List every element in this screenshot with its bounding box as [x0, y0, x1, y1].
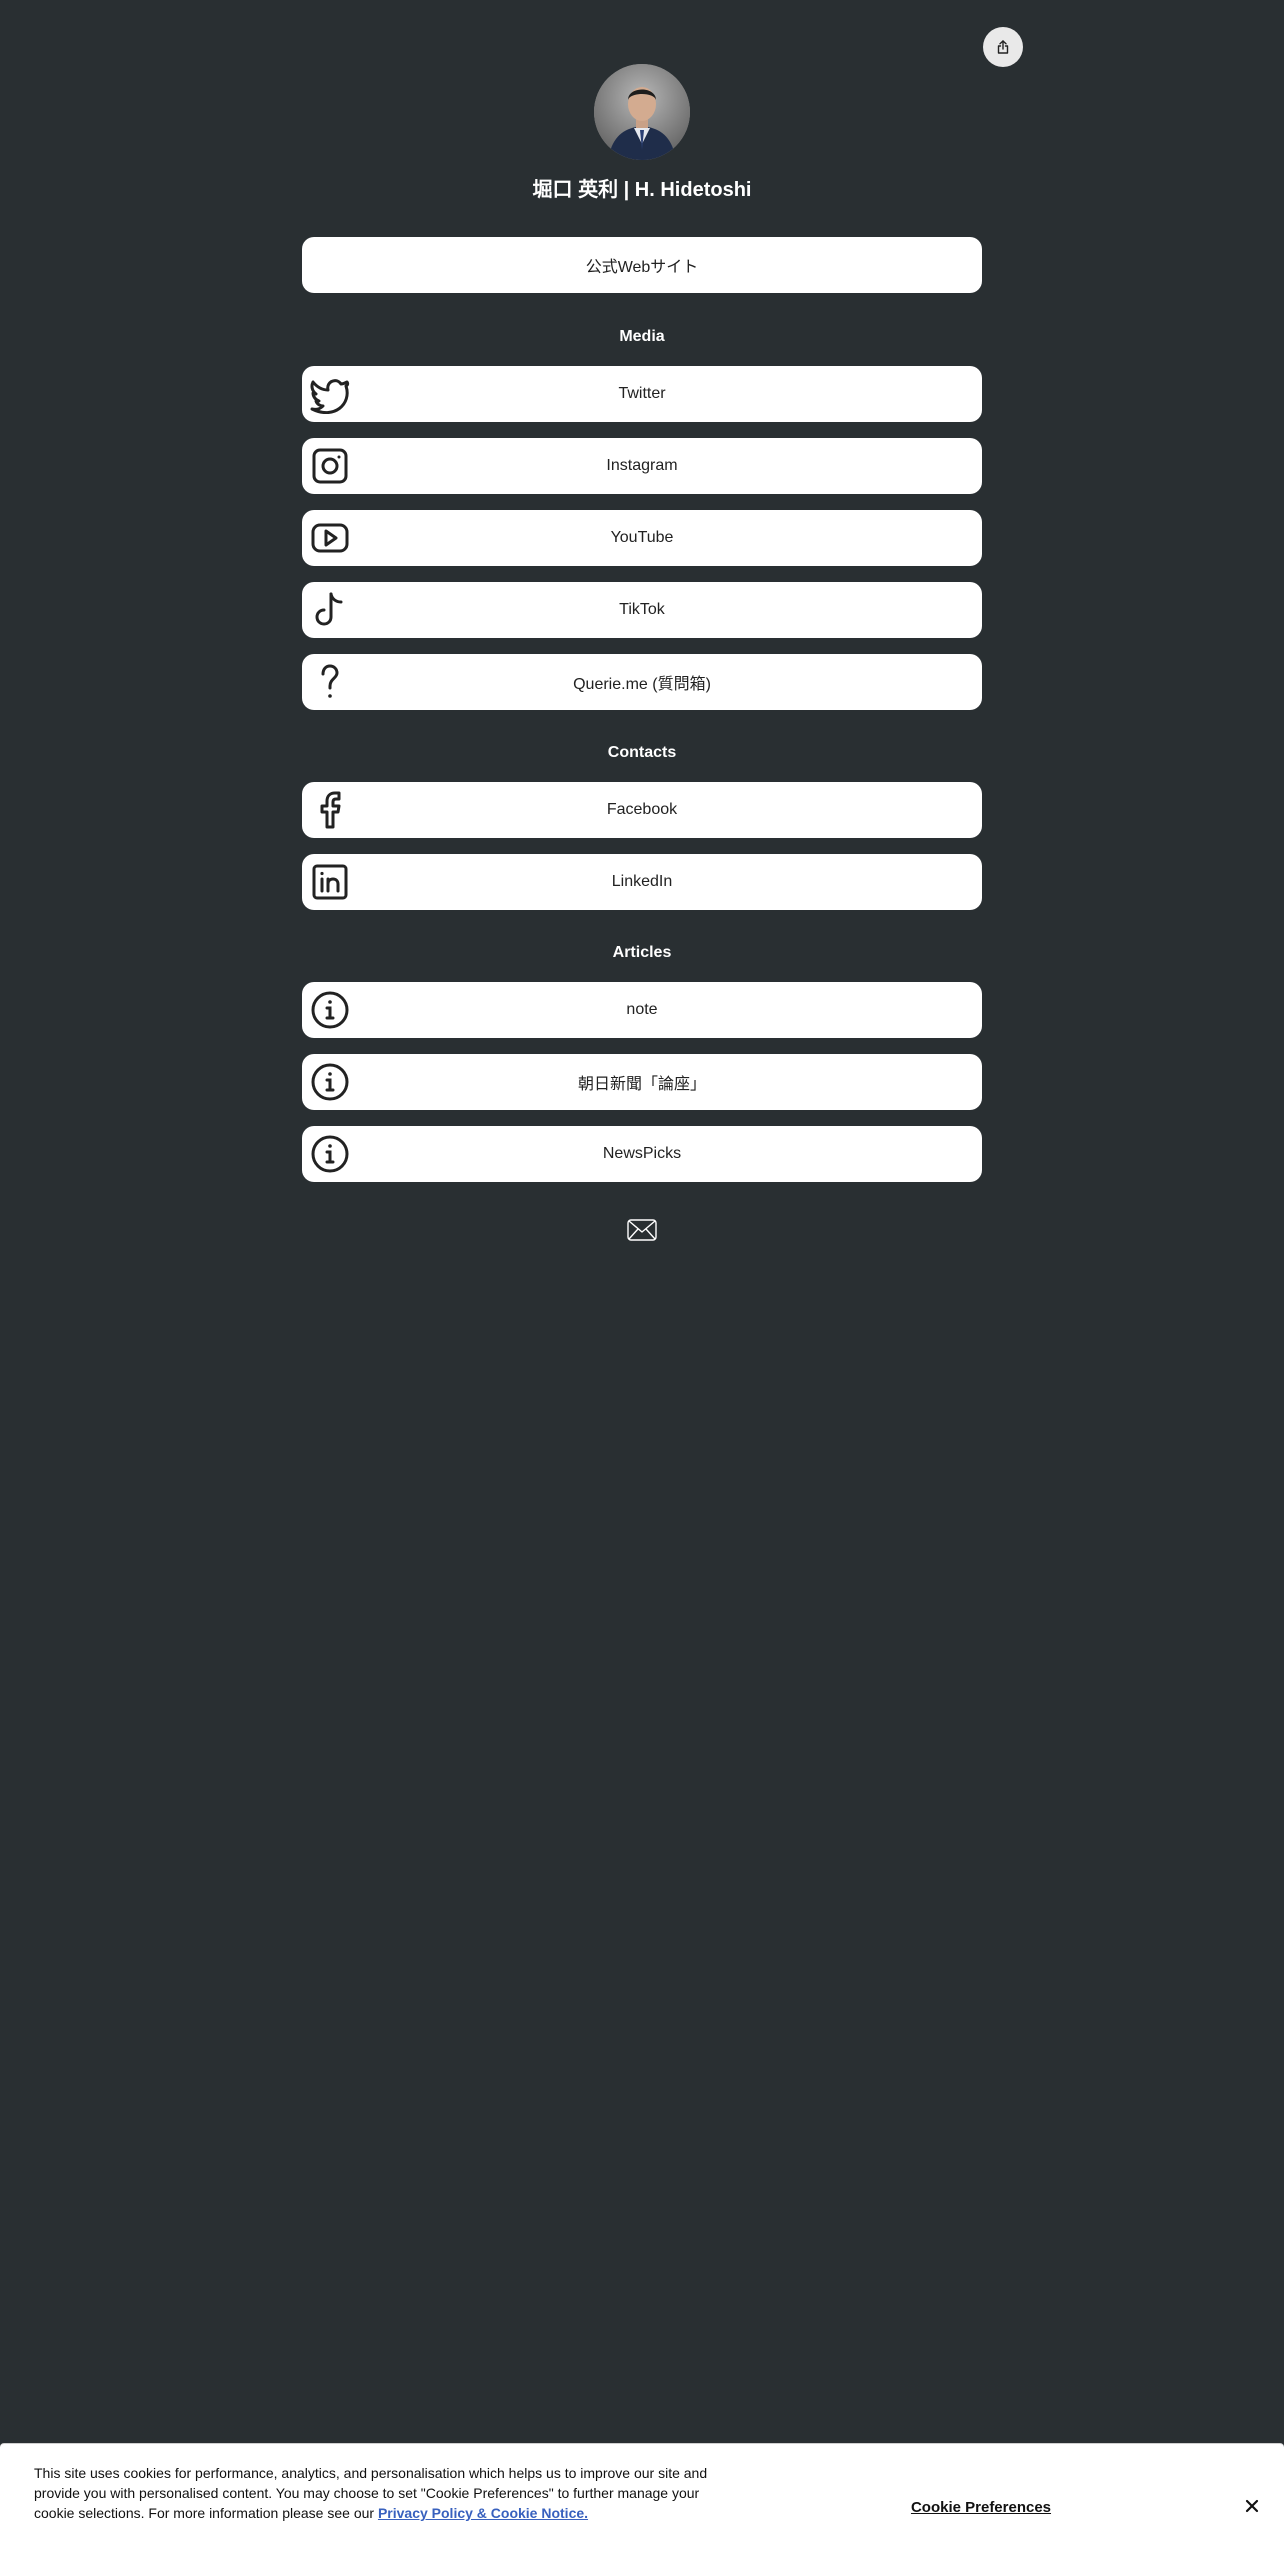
twitter-link[interactable]: Twitter — [302, 366, 982, 422]
cookie-preferences-button[interactable]: Cookie Preferences — [888, 2492, 1074, 2522]
link-label: Twitter — [618, 385, 666, 402]
section-title-contacts: Contacts — [607, 744, 677, 761]
youtube-link[interactable]: YouTube — [302, 510, 982, 566]
section-title-media: Media — [619, 328, 665, 345]
link-label: NewsPicks — [602, 1145, 682, 1162]
privacy-policy-link[interactable]: Privacy Policy & Cookie Notice. — [378, 2505, 588, 2521]
link-label: 公式Webサイト — [585, 259, 699, 276]
cookie-message: This site uses cookies for performance, … — [34, 2465, 708, 2521]
instagram-icon — [310, 446, 350, 486]
info-icon — [310, 1062, 350, 1102]
instagram-link[interactable]: Instagram — [302, 438, 982, 494]
youtube-icon — [310, 518, 350, 558]
facebook-link[interactable]: Facebook — [302, 782, 982, 838]
tiktok-icon — [310, 590, 350, 630]
link-label: LinkedIn — [611, 873, 673, 890]
info-icon — [310, 990, 350, 1030]
querie-link[interactable]: Querie.me (質問箱) — [302, 654, 982, 710]
mail-icon — [627, 1219, 657, 1241]
link-label: TikTok — [619, 601, 665, 618]
cookie-text: This site uses cookies for performance, … — [34, 2463, 714, 2523]
link-label: note — [626, 1001, 658, 1018]
cookie-banner: This site uses cookies for performance, … — [0, 2443, 1284, 2568]
asahi-ronza-link[interactable]: 朝日新聞「論座」 — [302, 1054, 982, 1110]
cookie-close-button[interactable] — [1238, 2492, 1266, 2520]
share-button[interactable] — [983, 27, 1023, 67]
question-icon — [310, 662, 350, 702]
section-title-articles: Articles — [612, 944, 672, 961]
newspicks-link[interactable]: NewsPicks — [302, 1126, 982, 1182]
avatar — [594, 64, 690, 160]
link-label: Instagram — [606, 457, 678, 474]
linkedin-icon — [310, 862, 350, 902]
share-icon — [997, 40, 1009, 54]
twitter-icon — [310, 374, 350, 414]
linkedin-link[interactable]: LinkedIn — [302, 854, 982, 910]
email-link[interactable] — [626, 1216, 658, 1244]
facebook-icon — [310, 790, 350, 830]
close-icon — [1245, 2499, 1259, 2513]
note-link[interactable]: note — [302, 982, 982, 1038]
link-label: Facebook — [606, 801, 678, 818]
official-website-link[interactable]: 公式Webサイト — [302, 237, 982, 293]
tiktok-link[interactable]: TikTok — [302, 582, 982, 638]
link-label: YouTube — [610, 529, 674, 546]
profile-name: 堀口 英利 | H. Hidetoshi — [532, 179, 752, 201]
link-label: 朝日新聞「論座」 — [577, 1076, 706, 1093]
link-label: Querie.me (質問箱) — [573, 676, 711, 693]
info-icon — [310, 1134, 350, 1174]
